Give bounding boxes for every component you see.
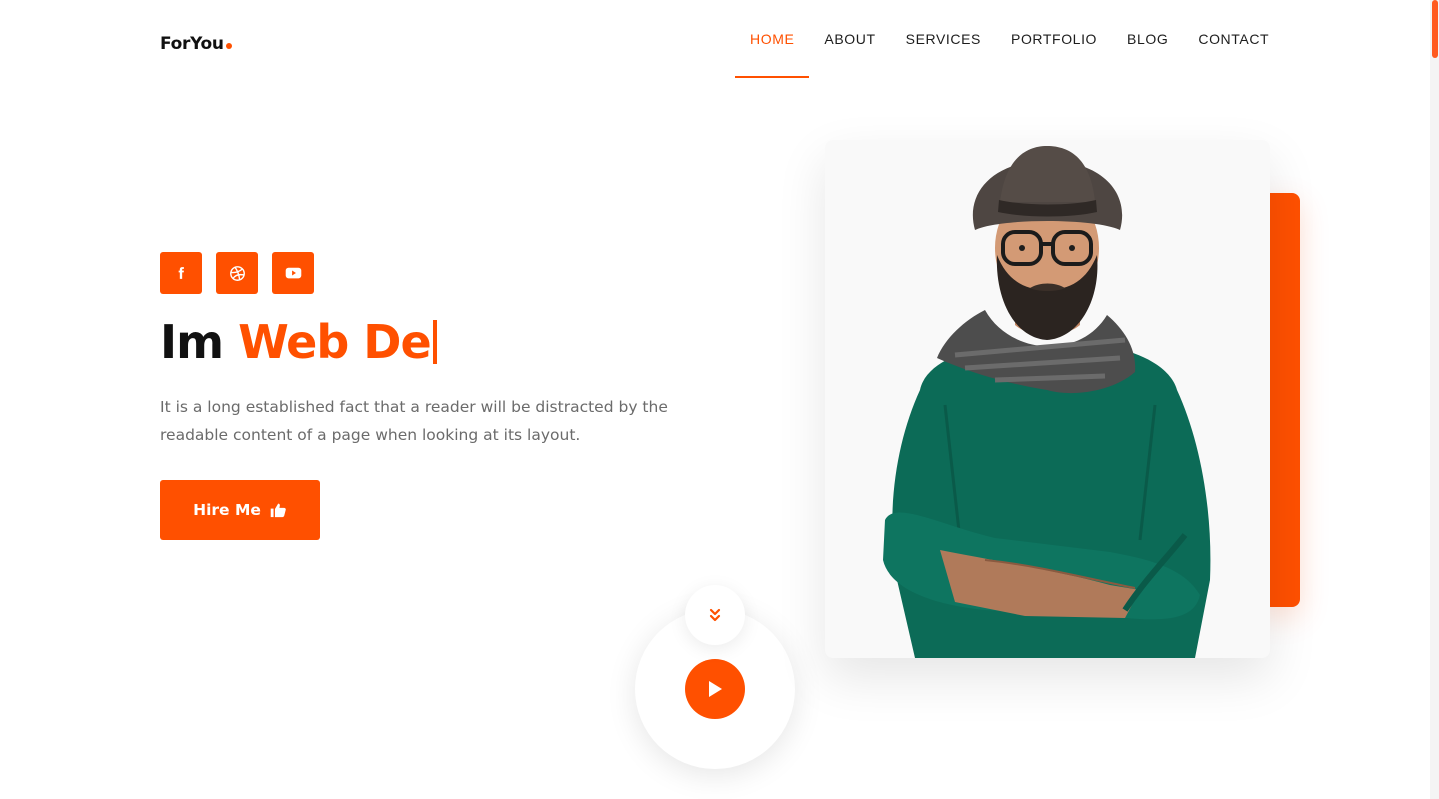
dribbble-icon: [229, 265, 245, 281]
nav-item-portfolio[interactable]: PORTFOLIO: [996, 0, 1112, 78]
nav-label: HOME: [750, 31, 795, 47]
hire-me-button[interactable]: Hire Me: [160, 480, 320, 540]
youtube-link[interactable]: [272, 252, 314, 294]
headline-typed-text: Web De: [238, 315, 432, 369]
hero-description: It is a long established fact that a rea…: [160, 398, 668, 444]
scrollbar-thumb[interactable]: [1432, 0, 1438, 58]
typing-cursor: [432, 320, 437, 364]
play-icon: [709, 681, 722, 697]
social-links: [160, 252, 314, 294]
portrait-card: [825, 140, 1270, 658]
hero-headline: Im Web De: [160, 312, 437, 372]
brand-name: ForYou: [160, 34, 224, 54]
hire-me-label: Hire Me: [193, 501, 261, 519]
nav-label: SERVICES: [905, 31, 981, 47]
youtube-icon: [285, 267, 301, 279]
nav-item-contact[interactable]: CONTACT: [1183, 0, 1284, 78]
person-photo: [883, 146, 1211, 658]
nav-label: PORTFOLIO: [1011, 31, 1098, 47]
logo-dot-icon: [225, 43, 232, 49]
nav-item-about[interactable]: ABOUT: [809, 0, 890, 78]
brand-logo[interactable]: ForYou: [160, 34, 232, 54]
nav-label: CONTACT: [1198, 31, 1270, 47]
play-video-button[interactable]: [685, 659, 745, 719]
chevron-double-down-icon: [709, 608, 721, 622]
thumbs-up-icon: [270, 503, 286, 518]
facebook-link[interactable]: [160, 252, 202, 294]
headline-prefix: Im: [160, 315, 224, 369]
nav-item-services[interactable]: SERVICES: [891, 0, 996, 78]
facebook-icon: [178, 267, 184, 279]
dribbble-link[interactable]: [216, 252, 258, 294]
nav-label: ABOUT: [824, 31, 876, 47]
nav-label: BLOG: [1127, 31, 1169, 47]
page-scrollbar[interactable]: [1430, 0, 1439, 799]
nav-item-home[interactable]: HOME: [735, 0, 810, 78]
scroll-down-button[interactable]: [685, 585, 745, 645]
main-nav: HOME ABOUT SERVICES PORTFOLIO BLOG CONTA…: [735, 0, 1284, 78]
nav-item-blog[interactable]: BLOG: [1112, 0, 1183, 78]
